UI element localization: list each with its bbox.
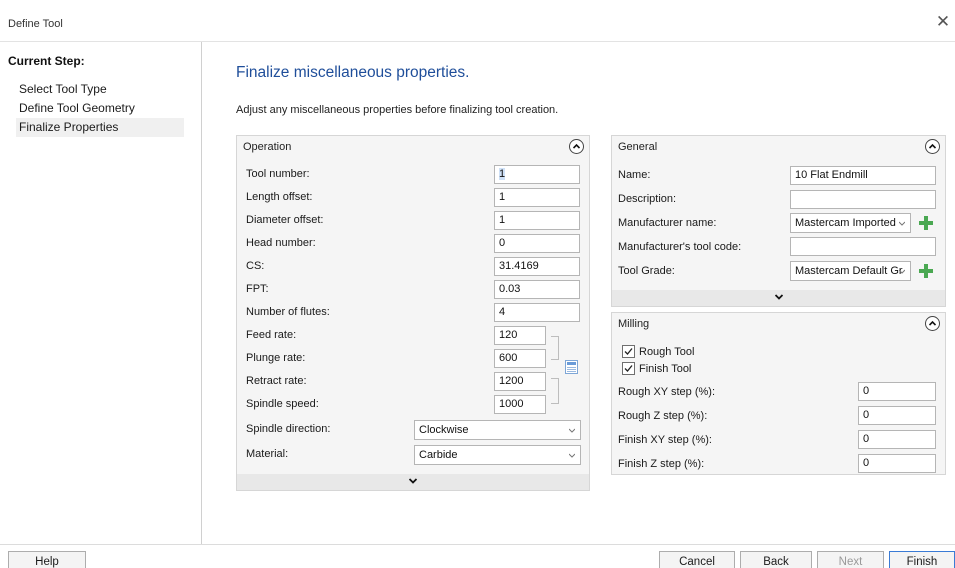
add-manufacturer-plus-icon[interactable] [919,216,933,230]
manufacturer-name-select[interactable]: Mastercam Imported [790,213,911,233]
current-step-heading: Current Step: [8,54,85,68]
head-number-label: Head number: [246,237,316,249]
retract-rate-label: Retract rate: [246,375,307,387]
next-button[interactable]: Next [817,551,884,568]
retract-rate-field[interactable]: 1200 [494,372,546,391]
general-expand-bar[interactable] [612,290,945,306]
finish-xy-step-label: Finish XY step (%): [618,434,712,446]
step-define-tool-geometry[interactable]: Define Tool Geometry [16,99,184,118]
tool-grade-select[interactable]: Mastercam Default Gr [790,261,911,281]
page-description: Adjust any miscellaneous properties befo… [236,104,559,116]
step-finalize-properties[interactable]: Finalize Properties [16,118,184,137]
length-offset-field[interactable]: 1 [494,188,580,207]
feed-rate-field[interactable]: 120 [494,326,546,345]
checkmark-icon [624,348,633,355]
length-offset-label: Length offset: [246,191,313,203]
back-button[interactable]: Back [740,551,812,568]
spindle-speed-label: Spindle speed: [246,398,319,410]
rough-xy-step-field[interactable]: 0 [858,382,936,401]
finish-xy-step-field[interactable]: 0 [858,430,936,449]
tool-grade-label: Tool Grade: [618,265,675,277]
plunge-rate-field[interactable]: 600 [494,349,546,368]
cs-label: CS: [246,260,265,272]
operation-panel: Operation Tool number: 1 Length offset: … [236,135,590,491]
material-value: Carbide [419,449,458,461]
rough-z-step-label: Rough Z step (%): [618,410,708,422]
chevron-down-icon [409,478,417,484]
tool-grade-value: Mastercam Default Gr [795,265,903,277]
rough-xy-step-label: Rough XY step (%): [618,386,716,398]
general-header: General [612,136,945,158]
tool-number-field[interactable]: 1 [494,165,580,184]
close-icon[interactable]: ✕ [935,13,951,30]
chevron-down-icon [774,294,783,300]
spindle-speed-field[interactable]: 1000 [494,395,546,414]
finish-z-step-label: Finish Z step (%): [618,458,705,470]
dropdown-arrow-icon [899,269,905,274]
fpt-field[interactable]: 0.03 [494,280,580,299]
operation-expand-bar[interactable] [237,474,589,490]
milling-header: Milling [612,313,945,335]
rough-z-step-field[interactable]: 0 [858,406,936,425]
cs-field[interactable]: 31.4169 [494,257,580,276]
description-label: Description: [618,193,677,205]
milling-header-label: Milling [618,318,650,330]
name-label: Name: [618,169,651,181]
cancel-button[interactable]: Cancel [659,551,735,568]
window-title: Define Tool [8,18,63,30]
general-panel: General Name: 10 Flat Endmill Descriptio… [611,135,946,307]
spindle-direction-select[interactable]: Clockwise [414,420,581,440]
finish-tool-label: Finish Tool [639,363,692,375]
rate-link-bracket-bottom [551,378,559,404]
name-field[interactable]: 10 Flat Endmill [790,166,936,185]
finish-z-step-field[interactable]: 0 [858,454,936,473]
manufacturer-name-value: Mastercam Imported [795,217,896,229]
diameter-offset-field[interactable]: 1 [494,211,580,230]
operation-header-label: Operation [243,141,292,153]
chevron-up-circle-icon[interactable] [925,316,940,331]
add-tool-grade-plus-icon[interactable] [919,264,933,278]
description-field[interactable] [790,190,936,209]
checkmark-icon [624,365,633,372]
main-content: Finalize miscellaneous properties. Adjus… [202,42,955,544]
chevron-up-circle-icon[interactable] [569,139,584,154]
milling-panel: Milling Rough Tool Finish Tool Rough XY … [611,312,946,475]
dropdown-arrow-icon [569,428,575,433]
rate-link-bracket-top [551,336,559,360]
material-label: Material: [246,448,289,460]
chevron-up-circle-icon[interactable] [925,139,940,154]
rough-tool-label: Rough Tool [639,346,695,358]
dropdown-arrow-icon [569,453,575,458]
number-of-flutes-field[interactable]: 4 [494,303,580,322]
step-select-tool-type[interactable]: Select Tool Type [16,80,184,99]
head-number-field[interactable]: 0 [494,234,580,253]
diameter-offset-label: Diameter offset: [246,214,324,226]
tool-number-label: Tool number: [246,168,310,180]
general-header-label: General [618,141,658,153]
link-rates-icon[interactable] [565,360,578,374]
finish-tool-checkbox[interactable] [622,362,635,375]
spindle-direction-label: Spindle direction: [246,423,331,435]
operation-header: Operation [237,136,589,158]
button-bar: Help Cancel Back Next Finish [0,544,955,568]
steps-sidebar: Current Step: Select Tool Type Define To… [0,42,202,544]
number-of-flutes-label: Number of flutes: [246,306,330,318]
feed-rate-label: Feed rate: [246,329,297,341]
help-button[interactable]: Help [8,551,86,568]
manufacturer-code-field[interactable] [790,237,936,256]
finish-button[interactable]: Finish [889,551,955,568]
title-bar: Define Tool ✕ [0,0,955,42]
page-title: Finalize miscellaneous properties. [236,64,470,81]
manufacturer-code-label: Manufacturer's tool code: [618,241,742,253]
material-select[interactable]: Carbide [414,445,581,465]
dropdown-arrow-icon [899,221,905,226]
rough-tool-checkbox[interactable] [622,345,635,358]
fpt-label: FPT: [246,283,269,295]
spindle-direction-value: Clockwise [419,424,469,436]
plunge-rate-label: Plunge rate: [246,352,306,364]
manufacturer-name-label: Manufacturer name: [618,217,717,229]
